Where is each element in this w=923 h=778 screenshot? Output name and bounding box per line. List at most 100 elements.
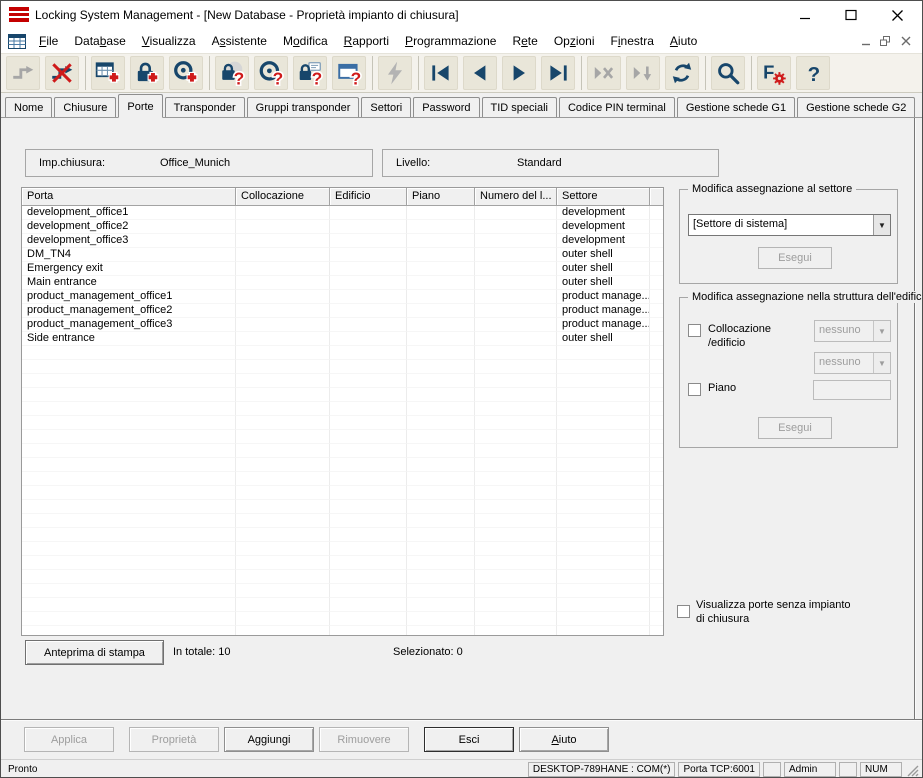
cell-piano — [407, 402, 475, 416]
mdi-minimize-button[interactable] — [857, 34, 874, 49]
minimize-button[interactable] — [782, 1, 828, 29]
menu-opzioni[interactable]: Opzioni — [546, 31, 603, 51]
floor-checkbox[interactable] — [688, 383, 701, 396]
help-button[interactable]: Aiuto — [519, 727, 609, 752]
mdi-restore-button[interactable] — [877, 34, 894, 49]
table-row[interactable]: Side entrance outer shell — [22, 332, 663, 346]
table-empty-row — [22, 514, 663, 528]
resize-grip[interactable] — [905, 762, 920, 778]
menu-aiuto[interactable]: Aiuto — [662, 31, 705, 51]
toolbar-help-button[interactable]: ? — [796, 56, 830, 90]
cell-settore — [557, 402, 650, 416]
tab-chiusure[interactable]: Chiusure — [54, 97, 117, 117]
cell-settore — [557, 542, 650, 556]
menu-programmazione[interactable]: Programmazione — [397, 31, 504, 51]
column-header-numero-del-l[interactable]: Numero del l... — [475, 188, 557, 206]
toolbar-disconnect-button[interactable] — [45, 56, 79, 90]
maximize-button[interactable] — [828, 1, 874, 29]
toolbar-search-button[interactable] — [711, 56, 745, 90]
toolbar-read-lock-g2-button[interactable]: ? — [293, 56, 327, 90]
tab-nome[interactable]: Nome — [5, 97, 53, 117]
cell-piano — [407, 304, 475, 318]
column-header-edificio[interactable]: Edificio — [330, 188, 407, 206]
cell-numero-del-l — [475, 234, 557, 248]
toolbar-read-lock-button[interactable]: ? — [215, 56, 249, 90]
toolbar-new-locking-system-button[interactable] — [91, 56, 125, 90]
cell-piano — [407, 206, 475, 220]
tab-codice-pin-terminal[interactable]: Codice PIN terminal — [558, 97, 675, 117]
toolbar-read-transponder-button[interactable]: ? — [254, 56, 288, 90]
menu-visualizza[interactable]: Visualizza — [134, 31, 204, 51]
tab-porte[interactable]: Porte — [118, 94, 163, 118]
table-row[interactable]: development_office1 development — [22, 206, 663, 220]
cell-porta — [22, 612, 236, 626]
column-header-collocazione[interactable]: Collocazione — [236, 188, 330, 206]
cell-porta — [22, 374, 236, 388]
show-doors-without-system-checkbox[interactable] — [677, 605, 690, 618]
tab-bar: Nome Chiusure Porte Transponder Gruppi trans… — [1, 93, 922, 118]
cell-piano — [407, 626, 475, 635]
toolbar-refresh-button[interactable] — [665, 56, 699, 90]
tab-settori[interactable]: Settori — [361, 97, 412, 117]
cell-collocazione — [236, 374, 330, 388]
table-row[interactable]: Main entrance outer shell — [22, 276, 663, 290]
print-preview-button[interactable]: Anteprima di stampa — [25, 640, 164, 665]
menu-database[interactable]: Database — [66, 31, 133, 51]
cell-porta — [22, 514, 236, 528]
toolbar-next-record-button[interactable] — [502, 56, 536, 90]
table-row[interactable]: product_management_office3 product manage… — [22, 318, 663, 332]
add-button[interactable]: Aggiungi — [224, 727, 314, 752]
menu-finestra[interactable]: Finestra — [603, 31, 662, 51]
tab-transponder[interactable]: Transponder — [164, 97, 245, 117]
cell-numero-del-l — [475, 542, 557, 556]
toolbar-filter-settings-button[interactable]: F — [757, 56, 791, 90]
cell-collocazione — [236, 500, 330, 514]
tab-tid-speciali[interactable]: TID speciali — [481, 97, 557, 117]
cell-edificio — [330, 290, 407, 304]
tab-gestione-schede-g1[interactable]: Gestione schede G1 — [676, 97, 796, 117]
table-row[interactable]: DM_TN4 outer shell — [22, 248, 663, 262]
cell-filler — [650, 290, 663, 304]
exit-button[interactable]: Esci — [424, 727, 514, 752]
mdi-close-button[interactable] — [897, 34, 914, 49]
cell-collocazione — [236, 472, 330, 486]
table-row[interactable]: development_office2 development — [22, 220, 663, 234]
cell-piano — [407, 388, 475, 402]
title-bar[interactable]: Locking System Management - [New Databas… — [1, 1, 922, 29]
sector-select[interactable]: [Settore di sistema] ▼ — [688, 214, 891, 236]
menu-rete[interactable]: Rete — [504, 31, 545, 51]
column-header-settore[interactable]: Settore — [557, 188, 650, 206]
status-empty-panel — [763, 762, 781, 777]
menu-assistente[interactable]: Assistente — [204, 31, 275, 51]
cell-filler — [650, 500, 663, 514]
location-building-checkbox[interactable] — [688, 324, 701, 337]
svg-text:?: ? — [312, 68, 323, 86]
locking-system-value: Office_Munich — [160, 157, 231, 169]
table-row[interactable]: product_management_office2 product manage… — [22, 304, 663, 318]
menu-rapporti[interactable]: Rapporti — [336, 31, 397, 51]
cell-piano — [407, 318, 475, 332]
toolbar-read-network-button[interactable]: ? — [332, 56, 366, 90]
cell-numero-del-l — [475, 584, 557, 598]
column-header-piano[interactable]: Piano — [407, 188, 475, 206]
cell-settore: outer shell — [557, 276, 650, 290]
chevron-down-icon[interactable]: ▼ — [873, 215, 890, 235]
toolbar-new-transponder-button[interactable] — [169, 56, 203, 90]
column-header-porta[interactable]: Porta — [22, 188, 236, 206]
cell-edificio — [330, 584, 407, 598]
table-row[interactable]: Emergency exit outer shell — [22, 262, 663, 276]
cell-filler — [650, 346, 663, 360]
toolbar-last-record-button[interactable] — [541, 56, 575, 90]
menu-modifica[interactable]: Modifica — [275, 31, 336, 51]
toolbar-first-record-button[interactable] — [424, 56, 458, 90]
toolbar-new-lock-button[interactable] — [130, 56, 164, 90]
toolbar-previous-record-button[interactable] — [463, 56, 497, 90]
tab-gruppi-transponder[interactable]: Gruppi transponder — [246, 97, 360, 117]
tab-gestione-schede-g2[interactable]: Gestione schede G2 — [797, 97, 916, 117]
tab-password[interactable]: Password — [413, 97, 480, 117]
close-button[interactable] — [874, 1, 920, 29]
table-row[interactable]: product_management_office1 product manage… — [22, 290, 663, 304]
mdi-restore-icon — [880, 35, 890, 46]
table-row[interactable]: development_office3 development — [22, 234, 663, 248]
menu-file[interactable]: File — [31, 31, 66, 51]
